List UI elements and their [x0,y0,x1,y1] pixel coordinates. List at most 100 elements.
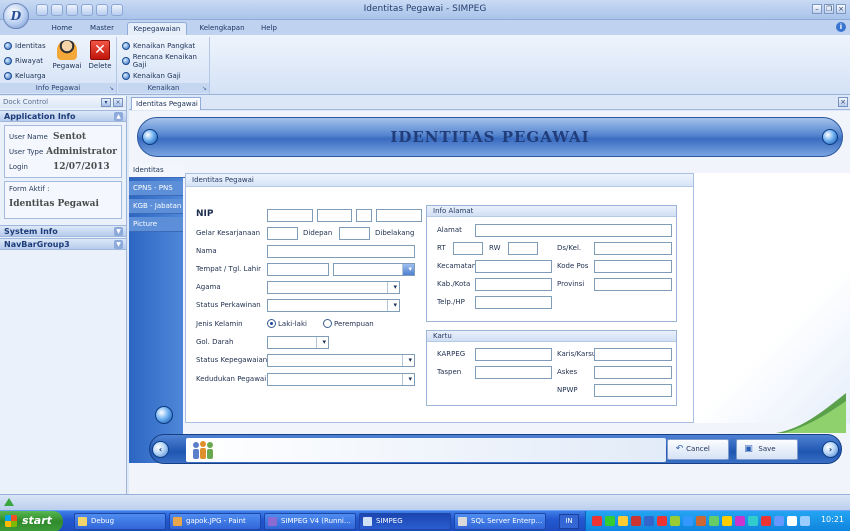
volume-icon[interactable] [800,516,810,526]
npwp-label: NPWP [557,386,578,394]
kecamatan-field[interactable] [475,260,552,273]
tray-icon[interactable] [670,516,680,526]
chevron-up-icon[interactable]: ▲ [114,112,123,121]
chevron-down-icon[interactable]: ▼ [114,227,123,236]
decorative-background [694,173,850,433]
tray-icon[interactable] [748,516,758,526]
dialog-launcher-icon[interactable]: ↘ [202,85,207,92]
tray-icon[interactable] [657,516,667,526]
restore-icon[interactable]: ❐ [824,4,834,14]
help-icon[interactable]: i [836,22,846,32]
pegawai-button[interactable]: Pegawai [52,39,82,77]
tray-icon[interactable] [683,516,693,526]
tab-home[interactable]: Home [45,22,79,35]
nip-field-1[interactable] [267,209,313,222]
identitas-button[interactable]: Identitas [4,39,46,52]
kenaikan-pangkat-button[interactable]: Kenaikan Pangkat [122,39,195,52]
app-menu-button[interactable]: D [3,3,29,29]
provinsi-field[interactable] [594,278,672,291]
language-indicator[interactable]: IN [559,514,579,529]
side-tab-cpns-pns[interactable]: CPNS - PNS [129,181,183,196]
kedudukan-select[interactable]: ▾ [267,373,415,386]
npwp-field[interactable] [594,384,672,397]
navbar-system-info[interactable]: System Info ▼ [0,225,126,237]
perempuan-radio[interactable] [323,319,332,328]
cancel-button[interactable]: ↶ Cancel [667,439,729,460]
gelar-belakang-field[interactable] [339,227,370,240]
keluarga-button[interactable]: Keluarga [4,69,46,82]
tempat-lahir-field[interactable] [267,263,329,276]
taskbar-item-simpeg-running[interactable]: SIMPEG V4 (Runni... [264,513,356,530]
tab-kepegawaian[interactable]: Kepegawaian [127,22,187,35]
tray-icon[interactable] [774,516,784,526]
pin-icon[interactable]: ▾ [101,98,111,107]
tray-icon[interactable] [735,516,745,526]
tray-icon[interactable] [631,516,641,526]
side-tab-identitas[interactable]: Identitas [129,163,185,178]
minimize-icon[interactable]: – [812,4,822,14]
kode-pos-field[interactable] [594,260,672,273]
tab-help[interactable]: Help [256,22,282,35]
status-kepegawaian-select[interactable]: ▾ [267,354,415,367]
taskbar-item-debug[interactable]: Debug [74,513,166,530]
tray-icon[interactable] [618,516,628,526]
side-tab-picture[interactable]: Picture [129,217,183,232]
rt-field[interactable] [453,242,483,255]
gelar-depan-field[interactable] [267,227,298,240]
ds-kel-field[interactable] [594,242,672,255]
bullet-icon [4,71,12,80]
tray-icon[interactable] [709,516,719,526]
kab-kota-field[interactable] [475,278,552,291]
navbar-group3[interactable]: NavBarGroup3 ▼ [0,238,126,250]
nip-field-4[interactable] [376,209,422,222]
tanggal-lahir-picker[interactable]: ▾ [333,263,415,276]
karpeg-field[interactable] [475,348,552,361]
side-tab-strip: Identitas CPNS - PNS KGB - Jabatan Pictu… [129,163,185,463]
dialog-launcher-icon[interactable]: ↘ [109,85,114,92]
tray-icon[interactable] [761,516,771,526]
nama-field[interactable] [267,245,415,258]
navbar-application-info[interactable]: Application Info ▲ [0,110,126,122]
dibelakang-label: Dibelakang [375,229,415,237]
tray-icon[interactable] [592,516,602,526]
arrow-up-icon [4,498,14,506]
start-button[interactable]: start [0,511,63,531]
nip-field-2[interactable] [317,209,352,222]
arrow-right-icon[interactable]: › [822,441,839,458]
tray-icon[interactable] [644,516,654,526]
taspen-field[interactable] [475,366,552,379]
taskbar-item-simpeg[interactable]: SIMPEG [359,513,451,530]
tray-icon[interactable] [605,516,615,526]
agama-select[interactable]: ▾ [267,281,400,294]
gol-darah-select[interactable]: ▾ [267,336,329,349]
kenaikan-gaji-button[interactable]: Kenaikan Gaji [122,69,181,82]
close-icon[interactable]: × [113,98,123,107]
save-button[interactable]: ▣ Save [736,439,798,460]
tab-master[interactable]: Master [84,22,120,35]
karis-field[interactable] [594,348,672,361]
rencana-kenaikan-gaji-button[interactable]: Rencana Kenaikan Gaji [122,53,209,69]
status-perkawinan-select[interactable]: ▾ [267,299,400,312]
nip-field-3[interactable] [356,209,372,222]
taskbar: start Debug gapok.JPG - Paint SIMPEG V4 … [0,510,850,531]
tab-kelengkapan[interactable]: Kelengkapan [193,22,251,35]
close-icon[interactable]: × [838,97,848,107]
tray-icon[interactable] [722,516,732,526]
chevron-down-icon[interactable]: ▼ [114,240,123,249]
tray-icon[interactable] [696,516,706,526]
alamat-field[interactable] [475,224,672,237]
taskbar-item-paint[interactable]: gapok.JPG - Paint [169,513,261,530]
rw-field[interactable] [508,242,538,255]
taskbar-item-sql-server[interactable]: SQL Server Enterp... [454,513,546,530]
delete-button[interactable]: ✕ Delete [85,39,115,77]
side-tab-kgb-jabatan[interactable]: KGB - Jabatan [129,199,183,214]
riwayat-button[interactable]: Riwayat [4,54,43,67]
tab-identitas-pegawai[interactable]: Identitas Pegawai [131,97,201,110]
close-icon[interactable]: × [836,4,846,14]
tray-icon[interactable] [787,516,797,526]
askes-field[interactable] [594,366,672,379]
laki-laki-radio[interactable] [267,319,276,328]
telp-field[interactable] [475,296,552,309]
arrow-left-icon[interactable]: ‹ [152,441,169,458]
nama-label: Nama [196,247,217,255]
